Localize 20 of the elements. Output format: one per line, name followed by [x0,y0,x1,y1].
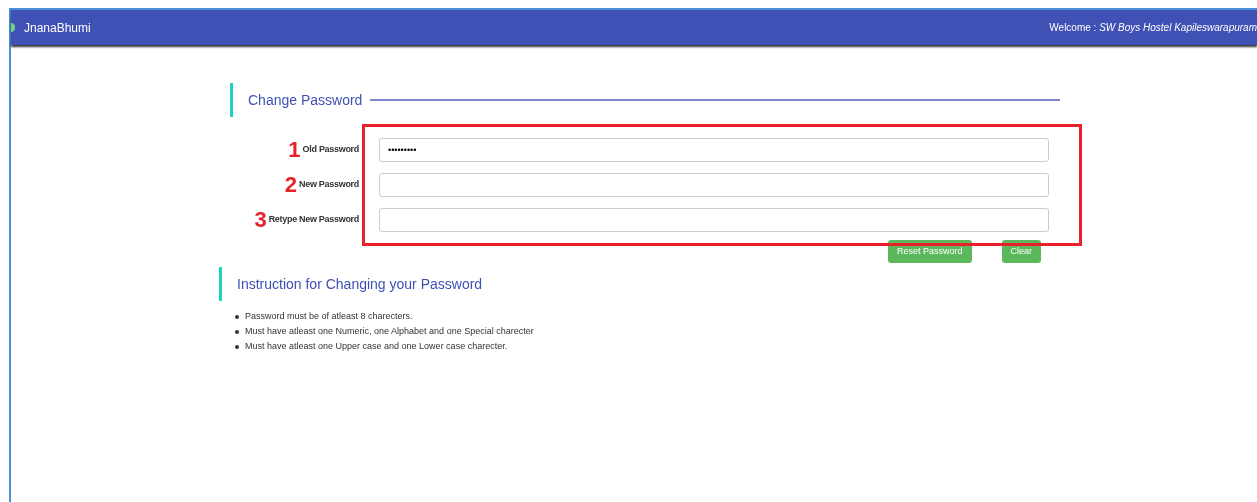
instruction-text: Password must be of atleast 8 charecters. [245,310,413,323]
instruction-text: Must have atleast one Upper case and one Lower case charecter. [245,340,508,353]
step-number: 3 [254,208,267,231]
section-title: Instruction for Changing your Password [237,274,483,294]
step-number: 1 [288,138,301,161]
instruction-text: Must have atleast one Numeric, one Alphabet and one Special charecter [245,325,534,338]
password-field[interactable] [379,207,1049,232]
bullet-icon [235,314,239,319]
step-number: 2 [284,173,298,196]
bullet-icon [235,329,239,334]
brand-name[interactable]: JnanaBhumi [24,18,91,37]
bullet-icon [235,344,239,349]
field-label: New Password [299,177,359,191]
section-title: Change Password [248,90,363,110]
field-label: Old Password [302,142,359,156]
welcome-text: Welcome : SW Boys Hostel Kapileswarapuram [1049,21,1257,35]
password-field[interactable] [379,172,1049,197]
logo-icon [11,23,15,32]
password-field[interactable]: ••••••••• [379,137,1049,162]
field-label: Retype New Password [268,212,359,226]
